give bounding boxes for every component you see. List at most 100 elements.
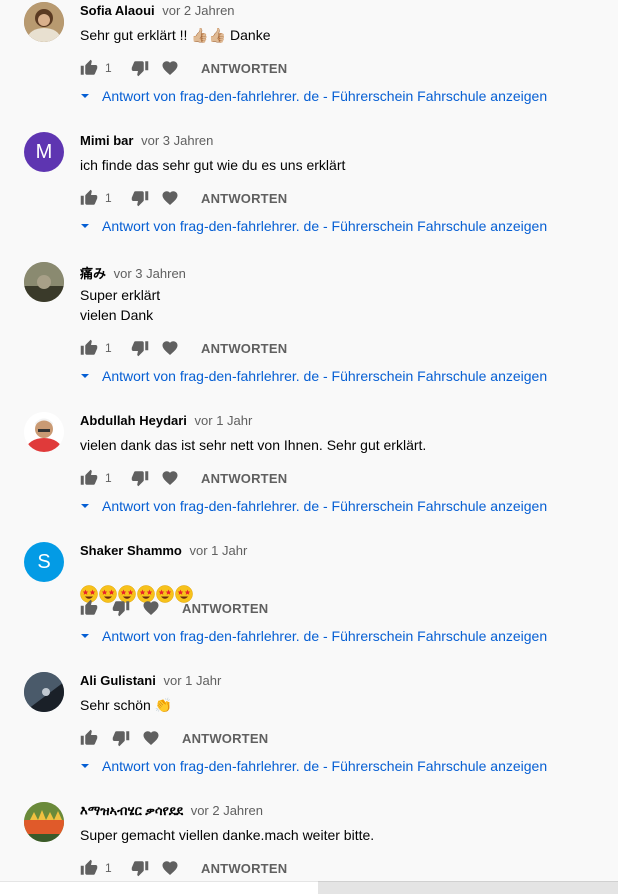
comment-header: Abdullah Heydari vor 1 Jahr (80, 413, 252, 428)
thumbs-down-icon[interactable] (131, 859, 149, 877)
comment-item: Ali Gulistani vor 1 Jahr Sehr schön 👏 AN… (0, 670, 618, 800)
comment-item: S Shaker Shammo vor 1 Jahr ANTWORTEN Ant… (0, 540, 618, 670)
caret-down-icon (78, 89, 92, 103)
heart-icon[interactable] (161, 189, 179, 207)
caret-down-icon (78, 499, 92, 513)
reply-button[interactable]: ANTWORTEN (201, 861, 287, 876)
taskbar-strip (0, 881, 618, 894)
view-replies-label: Antwort von frag-den-fahrlehrer. de - Fü… (102, 628, 548, 644)
heart-icon[interactable] (161, 469, 179, 487)
comment-author[interactable]: Ali Gulistani (80, 673, 156, 688)
reply-button[interactable]: ANTWORTEN (201, 341, 287, 356)
like-count: 1 (105, 861, 112, 875)
reply-button[interactable]: ANTWORTEN (182, 601, 268, 616)
thumbs-up-icon[interactable] (80, 599, 98, 617)
view-replies-label: Antwort von frag-den-fahrlehrer. de - Fü… (102, 218, 548, 234)
comment-author[interactable]: Abdullah Heydari (80, 413, 187, 428)
comment-time[interactable]: vor 1 Jahr (190, 543, 248, 558)
avatar-letter: S (37, 550, 51, 573)
comment-author[interactable]: 痛み (80, 266, 106, 281)
comment-actions: ANTWORTEN (80, 726, 268, 750)
thumbs-up-icon[interactable] (80, 339, 98, 357)
comment-author[interactable]: Sofia Alaoui (80, 3, 155, 18)
comment-author[interactable]: Mimi bar (80, 133, 133, 148)
view-replies-label: Antwort von frag-den-fahrlehrer. de - Fü… (102, 88, 548, 104)
comment-author[interactable]: እማዝኣብሄር ቃሳየደደ (80, 803, 183, 818)
comment-item: M Mimi bar vor 3 Jahren ich finde das se… (0, 130, 618, 260)
comment-actions: 1 ANTWORTEN (80, 336, 287, 360)
thumbs-down-icon[interactable] (131, 59, 149, 77)
like-count: 1 (105, 191, 112, 205)
avatar[interactable] (24, 802, 64, 842)
thumbs-down-icon[interactable] (131, 189, 149, 207)
caret-down-icon (78, 629, 92, 643)
comment-time[interactable]: vor 2 Jahren (191, 803, 263, 818)
view-replies-link[interactable]: Antwort von frag-den-fahrlehrer. de - Fü… (78, 368, 547, 384)
view-replies-link[interactable]: Antwort von frag-den-fahrlehrer. de - Fü… (78, 628, 547, 644)
view-replies-label: Antwort von frag-den-fahrlehrer. de - Fü… (102, 368, 548, 384)
like-count: 1 (105, 341, 112, 355)
comment-text: Super gemacht viellen danke.mach weiter … (80, 827, 375, 843)
comment-header: እማዝኣብሄር ቃሳየደደ vor 2 Jahren (80, 803, 263, 819)
comment-text: Super erklärt vielen Dank (80, 287, 161, 323)
thumbs-up-icon[interactable] (80, 729, 98, 747)
avatar[interactable]: M (24, 132, 64, 172)
comment-time[interactable]: vor 1 Jahr (195, 413, 253, 428)
heart-icon[interactable] (161, 859, 179, 877)
comment-header: Ali Gulistani vor 1 Jahr (80, 673, 221, 688)
comment-header: Shaker Shammo vor 1 Jahr (80, 543, 247, 558)
comment-time[interactable]: vor 3 Jahren (141, 133, 213, 148)
comment-actions: ANTWORTEN (80, 596, 268, 620)
heart-icon[interactable] (142, 599, 160, 617)
view-replies-link[interactable]: Antwort von frag-den-fahrlehrer. de - Fü… (78, 758, 547, 774)
taskbar-right (318, 881, 618, 894)
thumbs-down-icon[interactable] (131, 469, 149, 487)
taskbar-left (0, 881, 318, 894)
comment-item: 痛み vor 3 Jahren Super erklärt vielen Dan… (0, 260, 618, 390)
comment-actions: 1 ANTWORTEN (80, 186, 287, 210)
avatar[interactable] (24, 2, 64, 42)
reply-button[interactable]: ANTWORTEN (201, 471, 287, 486)
avatar[interactable] (24, 262, 64, 302)
reply-button[interactable]: ANTWORTEN (201, 61, 287, 76)
avatar[interactable] (24, 412, 64, 452)
thumbs-up-icon[interactable] (80, 469, 98, 487)
reply-button[interactable]: ANTWORTEN (182, 731, 268, 746)
comment-header: Mimi bar vor 3 Jahren (80, 133, 213, 148)
avatar[interactable]: S (24, 542, 64, 582)
avatar[interactable] (24, 672, 64, 712)
thumbs-down-icon[interactable] (112, 599, 130, 617)
comment-text: ich finde das sehr gut wie du es uns erk… (80, 157, 346, 173)
thumbs-down-icon[interactable] (112, 729, 130, 747)
comment-time[interactable]: vor 3 Jahren (114, 266, 186, 281)
view-replies-label: Antwort von frag-den-fahrlehrer. de - Fü… (102, 498, 548, 514)
heart-icon[interactable] (161, 59, 179, 77)
view-replies-link[interactable]: Antwort von frag-den-fahrlehrer. de - Fü… (78, 218, 547, 234)
heart-icon[interactable] (161, 339, 179, 357)
caret-down-icon (78, 759, 92, 773)
comment-actions: 1 ANTWORTEN (80, 466, 287, 490)
view-replies-label: Antwort von frag-den-fahrlehrer. de - Fü… (102, 758, 548, 774)
thumbs-up-icon[interactable] (80, 859, 98, 877)
thumbs-up-icon[interactable] (80, 59, 98, 77)
comment-time[interactable]: vor 1 Jahr (163, 673, 221, 688)
comment-header: Sofia Alaoui vor 2 Jahren (80, 3, 235, 18)
comment-item: Sofia Alaoui vor 2 Jahren Sehr gut erklä… (0, 0, 618, 130)
comment-header: 痛み vor 3 Jahren (80, 263, 186, 282)
like-count: 1 (105, 471, 112, 485)
thumbs-up-icon[interactable] (80, 189, 98, 207)
comment-actions: 1 ANTWORTEN (80, 856, 287, 880)
comment-item: እማዝኣብሄር ቃሳየደደ vor 2 Jahren Super gemacht… (0, 800, 618, 894)
comment-actions: 1 ANTWORTEN (80, 56, 287, 80)
comment-item: Abdullah Heydari vor 1 Jahr vielen dank … (0, 410, 618, 540)
comment-text: Sehr gut erklärt !! 👍🏼👍🏼 Danke (80, 27, 271, 43)
comment-text: Sehr schön 👏 (80, 697, 173, 713)
thumbs-down-icon[interactable] (131, 339, 149, 357)
avatar-letter: M (35, 140, 53, 163)
heart-icon[interactable] (142, 729, 160, 747)
view-replies-link[interactable]: Antwort von frag-den-fahrlehrer. de - Fü… (78, 88, 547, 104)
reply-button[interactable]: ANTWORTEN (201, 191, 287, 206)
view-replies-link[interactable]: Antwort von frag-den-fahrlehrer. de - Fü… (78, 498, 547, 514)
comment-time[interactable]: vor 2 Jahren (162, 3, 234, 18)
comment-author[interactable]: Shaker Shammo (80, 543, 182, 558)
